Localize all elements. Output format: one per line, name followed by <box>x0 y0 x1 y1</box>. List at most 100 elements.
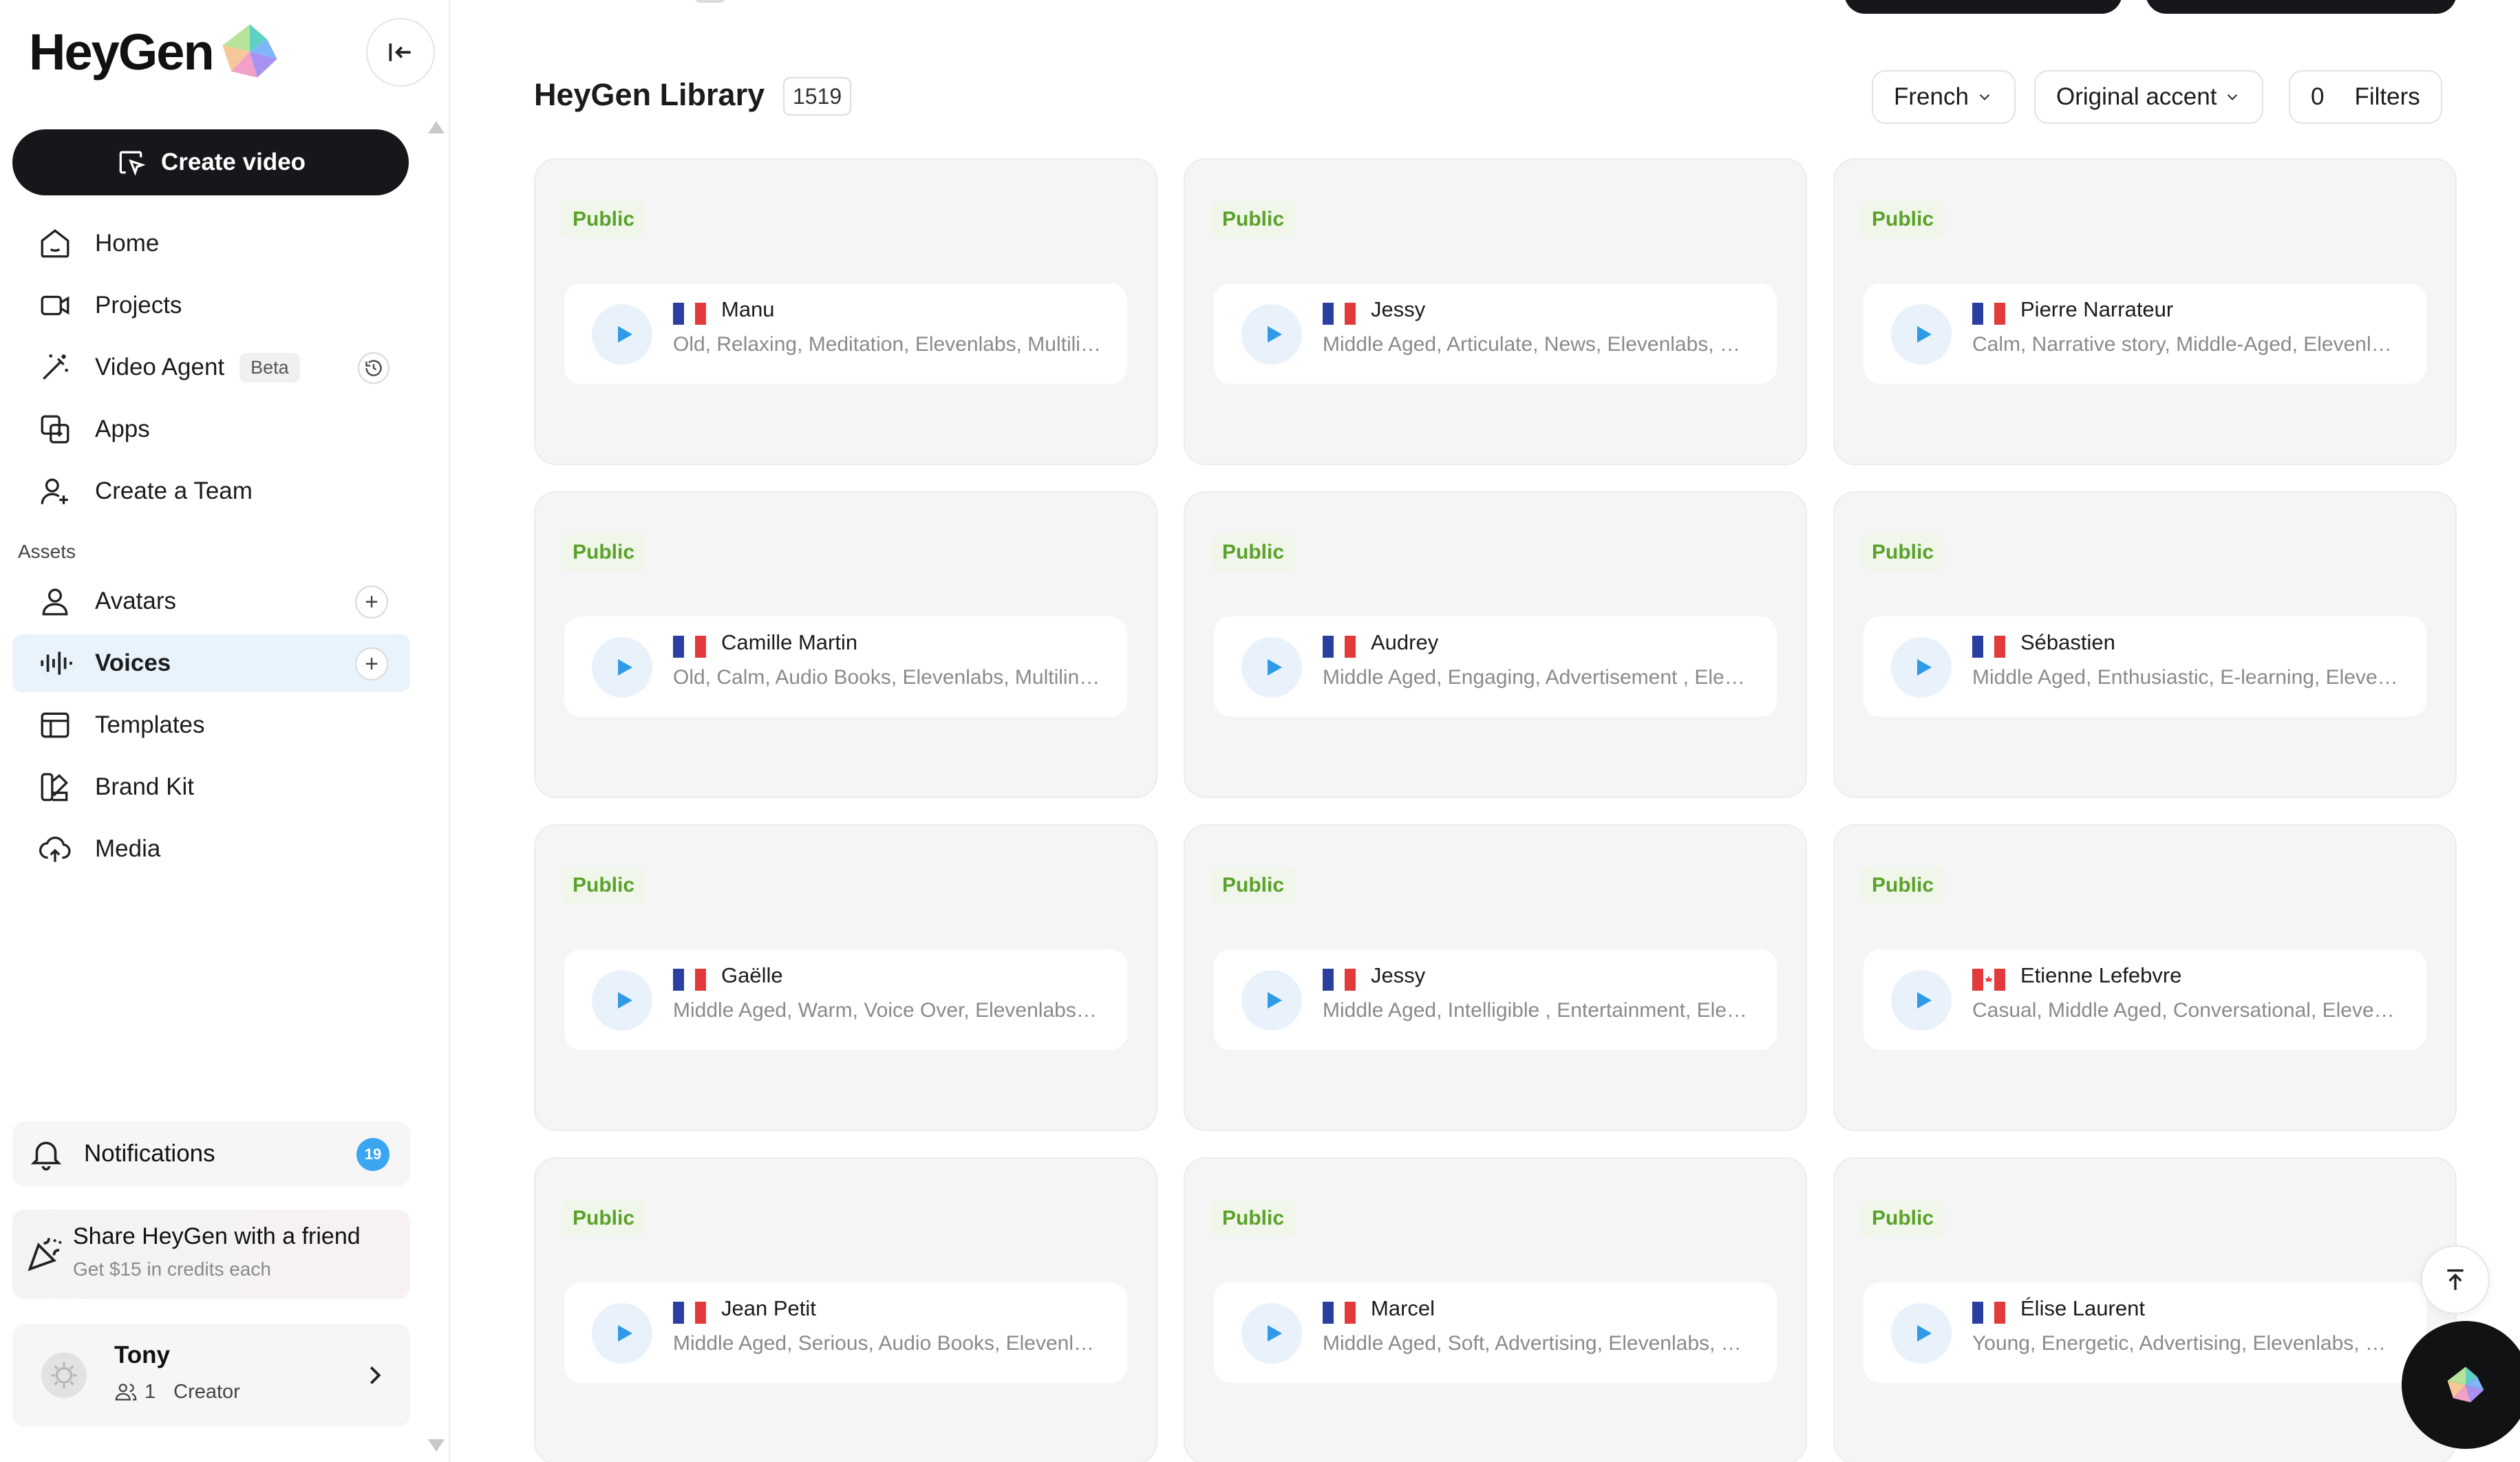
play-button[interactable] <box>592 637 652 698</box>
voice-tags: Middle Aged, Intelligible , Entertainmen… <box>1323 999 1752 1022</box>
cloud-upload-icon <box>36 830 74 868</box>
notifications-label: Notifications <box>84 1140 215 1167</box>
voice-row[interactable]: Etienne Lefebvre Casual, Middle Aged, Con… <box>1864 949 2426 1050</box>
sidebar-item-home[interactable]: Home <box>12 215 410 272</box>
voice-name: Marcel <box>1371 1296 1435 1320</box>
play-button[interactable] <box>1891 970 1952 1031</box>
voice-card[interactable]: Public Élise Laurent Young, Energetic, Adv… <box>1833 1157 2457 1462</box>
user-account-card[interactable]: Tony 1 Creator <box>12 1324 410 1427</box>
cursor-icon <box>119 151 146 176</box>
public-badge: Public <box>1211 1200 1296 1237</box>
voice-row[interactable]: Marcel Middle Aged, Soft, Advertising, El… <box>1214 1282 1777 1383</box>
notifications-count-badge: 19 <box>356 1138 389 1171</box>
voice-row[interactable]: Jessy Middle Aged, Articulate, News, Elev… <box>1214 283 1777 384</box>
sidebar-item-label: Templates <box>95 711 205 738</box>
share-referral-card[interactable]: Share HeyGen with a friend Get $15 in cr… <box>12 1210 410 1299</box>
collapse-sidebar-button[interactable] <box>366 18 435 87</box>
voice-card[interactable]: Public Manu Old, Relaxing, Meditation, Ele… <box>534 158 1157 465</box>
voice-card[interactable]: Public Jean Petit Middle Aged, Serious, Au… <box>534 1157 1157 1462</box>
add-avatar-button[interactable]: + <box>355 585 388 619</box>
voice-tags: Middle Aged, Warm, Voice Over, Elevenlab… <box>673 999 1102 1022</box>
voice-row[interactable]: Jessy Middle Aged, Intelligible , Enterta… <box>1214 949 1777 1050</box>
voice-card[interactable]: Public Pierre Narrateur Calm, Narrative st… <box>1833 158 2457 465</box>
apps-icon <box>36 410 74 449</box>
canada-flag-icon <box>1972 969 2005 991</box>
share-title: Share HeyGen with a friend <box>73 1223 361 1249</box>
play-button[interactable] <box>1891 304 1952 365</box>
sidebar-item-media[interactable]: Media <box>12 820 410 878</box>
voice-row[interactable]: Sébastien Middle Aged, Enthusiastic, E-le… <box>1864 616 2426 717</box>
play-button[interactable] <box>592 304 652 365</box>
voice-row[interactable]: Jean Petit Middle Aged, Serious, Audio Bo… <box>564 1282 1127 1383</box>
history-button[interactable] <box>358 352 389 384</box>
voice-card[interactable]: Public Etienne Lefebvre Casual, Middle Age… <box>1833 824 2457 1131</box>
assistant-button[interactable] <box>2402 1321 2520 1449</box>
sidebar-item-brand-kit[interactable]: Brand Kit <box>12 758 410 816</box>
play-icon <box>618 1325 632 1342</box>
sidebar-item-voices[interactable]: Voices + <box>12 634 410 692</box>
voice-card[interactable]: Public Marcel Middle Aged, Soft, Advertisi… <box>1184 1157 1807 1462</box>
accent-dropdown[interactable]: Original accent <box>2034 70 2264 124</box>
plan-name: Creator <box>173 1380 240 1403</box>
voice-card[interactable]: Public Jessy Middle Aged, Intelligible , E… <box>1184 824 1807 1131</box>
voice-tags: Middle Aged, Soft, Advertising, Elevenla… <box>1323 1332 1752 1355</box>
logo[interactable]: HeyGen <box>29 21 281 83</box>
scroll-down-arrow[interactable] <box>428 1439 445 1452</box>
notifications-button[interactable]: Notifications 19 <box>12 1121 410 1186</box>
sidebar-item-avatars[interactable]: Avatars + <box>12 572 410 630</box>
scroll-to-top-button[interactable] <box>2421 1245 2490 1314</box>
sidebar-item-create-team[interactable]: Create a Team <box>12 462 410 520</box>
voice-name: Élise Laurent <box>2020 1296 2145 1320</box>
avatar-placeholder-icon <box>51 1362 77 1388</box>
filters-button[interactable]: 0 Filters <box>2289 70 2442 124</box>
scroll-up-arrow[interactable] <box>428 121 445 133</box>
top-action-button[interactable] <box>2146 0 2457 14</box>
voice-row[interactable]: Élise Laurent Young, Energetic, Advertisi… <box>1864 1282 2426 1383</box>
play-button[interactable] <box>1241 304 1302 365</box>
sidebar-item-video-agent[interactable]: Video Agent Beta <box>12 338 410 396</box>
sidebar-item-label: Avatars <box>95 588 177 614</box>
play-button[interactable] <box>1891 1303 1952 1364</box>
voice-row[interactable]: Audrey Middle Aged, Engaging, Advertiseme… <box>1214 616 1777 717</box>
avatar <box>41 1353 87 1398</box>
play-icon <box>1268 659 1282 676</box>
voice-card[interactable]: Public Gaëlle Middle Aged, Warm, Voice Ove… <box>534 824 1157 1131</box>
top-scroll-indicator <box>695 0 725 3</box>
seat-count: 1 <box>145 1380 156 1403</box>
user-name: Tony <box>114 1342 171 1368</box>
voice-card[interactable]: Public Camille Martin Old, Calm, Audio Boo… <box>534 491 1157 798</box>
france-flag-icon <box>673 1302 706 1324</box>
language-value: French <box>1894 83 1969 110</box>
play-icon <box>618 992 632 1009</box>
voice-card[interactable]: Public Audrey Middle Aged, Engaging, Adver… <box>1184 491 1807 798</box>
voice-row[interactable]: Manu Old, Relaxing, Meditation, Elevenlab… <box>564 283 1127 384</box>
voice-card[interactable]: Public Sébastien Middle Aged, Enthusiastic… <box>1833 491 2457 798</box>
sidebar-item-label: Voices <box>95 649 171 676</box>
france-flag-icon <box>673 636 706 658</box>
sidebar-item-label: Apps <box>95 416 150 442</box>
bell-icon <box>30 1141 62 1171</box>
france-flag-icon <box>1972 636 2005 658</box>
play-button[interactable] <box>1241 970 1302 1031</box>
top-action-button[interactable] <box>1844 0 2122 14</box>
voice-card[interactable]: Public Jessy Middle Aged, Articulate, News… <box>1184 158 1807 465</box>
sidebar-item-label: Video Agent <box>95 354 225 380</box>
play-button[interactable] <box>592 1303 652 1364</box>
france-flag-icon <box>1323 303 1356 325</box>
create-video-button[interactable]: Create video <box>12 129 409 195</box>
play-button[interactable] <box>1241 1303 1302 1364</box>
sidebar-item-templates[interactable]: Templates <box>12 696 410 754</box>
voice-row[interactable]: Camille Martin Old, Calm, Audio Books, El… <box>564 616 1127 717</box>
france-flag-icon <box>1323 1302 1356 1324</box>
play-icon <box>1268 326 1282 343</box>
sidebar-item-projects[interactable]: Projects <box>12 277 410 334</box>
public-badge: Public <box>562 534 646 571</box>
play-button[interactable] <box>592 970 652 1031</box>
language-dropdown[interactable]: French <box>1872 70 2016 124</box>
play-button[interactable] <box>1241 637 1302 698</box>
add-voice-button[interactable]: + <box>355 647 388 680</box>
voice-row[interactable]: Gaëlle Middle Aged, Warm, Voice Over, Ele… <box>564 949 1127 1050</box>
voice-row[interactable]: Pierre Narrateur Calm, Narrative story, M… <box>1864 283 2426 384</box>
sidebar-item-apps[interactable]: Apps <box>12 400 410 458</box>
play-button[interactable] <box>1891 637 1952 698</box>
